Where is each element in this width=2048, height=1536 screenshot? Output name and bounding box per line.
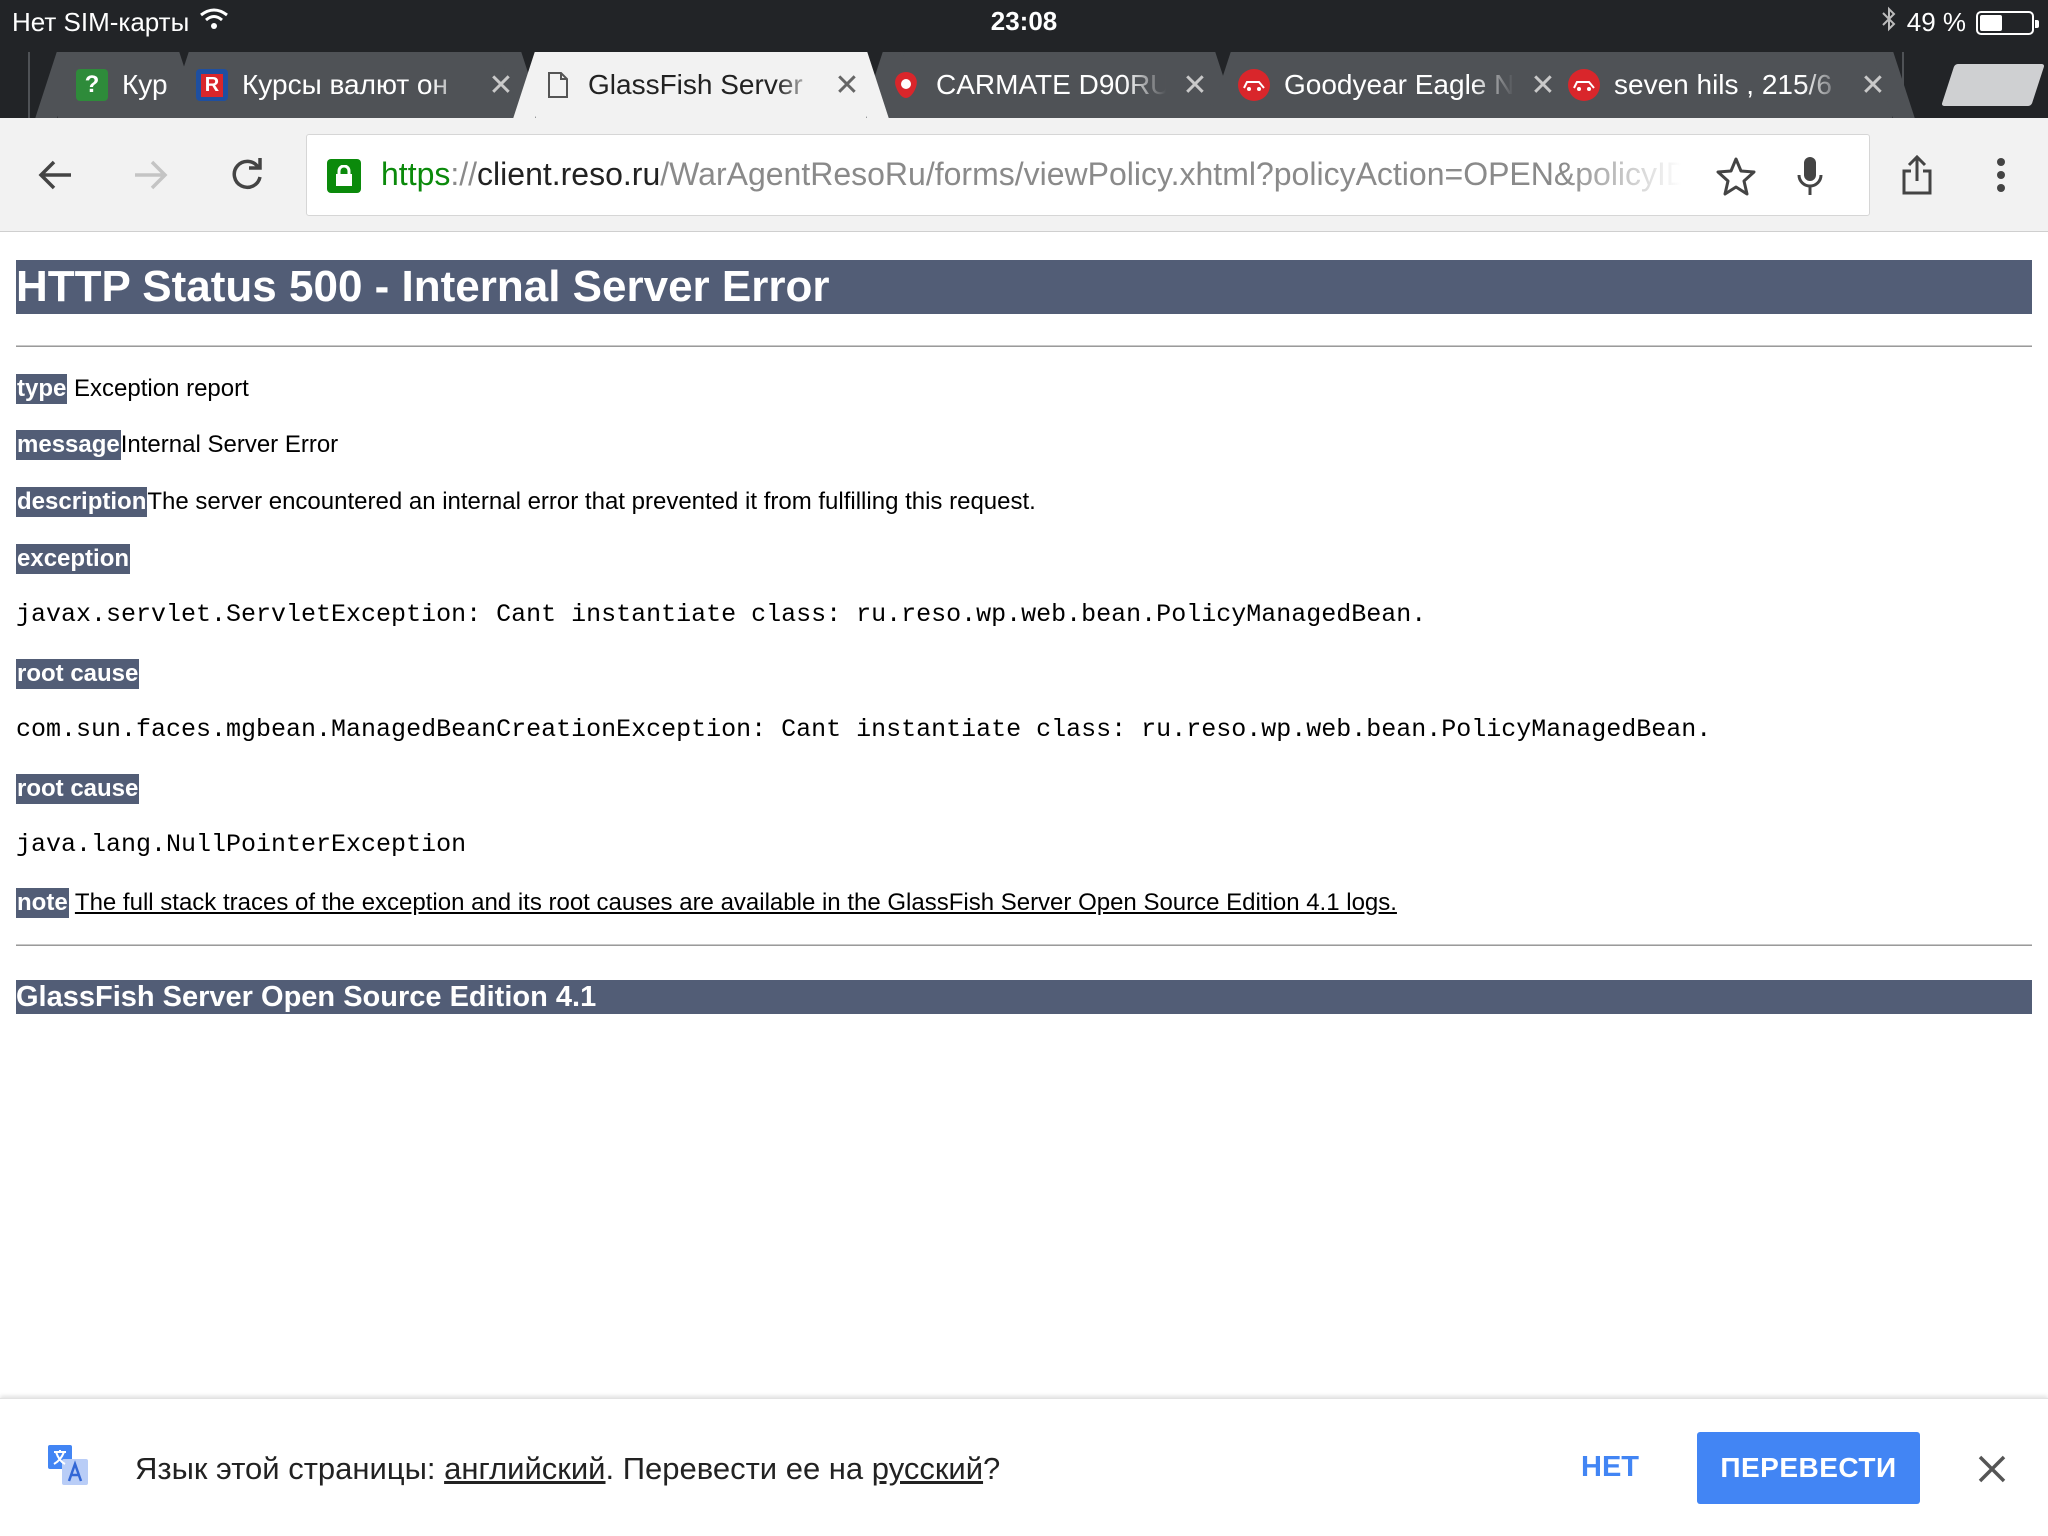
url-text[interactable]: https://client.reso.ru/WarAgentResoRu/fo… <box>381 156 1681 193</box>
reload-icon <box>232 158 262 190</box>
message-label: message <box>16 430 121 460</box>
share-icon <box>1902 155 1932 195</box>
note-value: The full stack traces of the exception a… <box>74 889 1397 916</box>
more-vert-icon <box>1997 158 2005 192</box>
description-row: descriptionThe server encountered an int… <box>16 487 1036 517</box>
translate-icon <box>46 1443 90 1487</box>
back-button[interactable] <box>28 148 82 202</box>
back-arrow-icon <box>38 160 71 190</box>
tab-stack-edge <box>1902 52 1942 118</box>
tab-title: Goodyear Eagle N <box>1284 69 1514 100</box>
battery-percent: 49 % <box>1906 7 1966 37</box>
tab-glassfish-server[interactable]: GlassFish Server ✕ <box>536 52 866 118</box>
exception-value: javax.servlet.ServletException: Cant ins… <box>16 600 1427 629</box>
exception-label: exception <box>16 544 131 574</box>
url-path: /WarAgentResoRu/forms/viewPolicy.xhtml?p… <box>660 156 1681 192</box>
red-car-favicon-icon <box>1238 69 1270 101</box>
divider <box>16 345 2032 347</box>
browser-toolbar: https://client.reso.ru/WarAgentResoRu/fo… <box>0 118 2048 232</box>
secure-lock-icon <box>327 159 361 193</box>
root-cause-label: root cause <box>16 659 140 689</box>
exception-row: exception <box>16 544 131 574</box>
tab-kursy-valyut[interactable]: R Курсы валют он ✕ <box>190 52 520 118</box>
rbc-favicon-icon: R <box>196 69 228 101</box>
clock: 23:08 <box>990 6 1058 36</box>
status-bar: Нет SIM-карты 23:08 49 % <box>0 0 2048 42</box>
page-title: HTTP Status 500 - Internal Server Error <box>16 260 2032 314</box>
bookmark-star-icon[interactable] <box>1711 151 1761 201</box>
description-label: description <box>16 487 148 517</box>
tab-title: CARMATE D90RU <box>936 69 1166 100</box>
battery-level <box>1980 14 2003 31</box>
error-page: HTTP Status 500 - Internal Server Error … <box>16 260 2032 1014</box>
translate-message: Язык этой страницы: английский. Перевест… <box>135 1451 1000 1487</box>
decline-translate-button[interactable]: НЕТ <box>1560 1451 1660 1484</box>
message-value: Internal Server Error <box>120 431 339 458</box>
address-bar[interactable]: https://client.reso.ru/WarAgentResoRu/fo… <box>306 134 1870 216</box>
note-label: note <box>16 888 69 918</box>
translate-suffix: ? <box>983 1451 1001 1486</box>
carmate-favicon-icon <box>890 69 922 101</box>
root-cause-row: root cause <box>16 659 140 689</box>
tab-carmate[interactable]: CARMATE D90RU ✕ <box>884 52 1214 118</box>
translate-infobar: Язык этой страницы: английский. Перевест… <box>0 1398 2048 1536</box>
type-value: Exception report <box>67 375 249 402</box>
forward-button[interactable] <box>124 148 178 202</box>
red-car-favicon-icon <box>1568 69 1600 101</box>
message-row: messageInternal Server Error <box>16 430 338 460</box>
tab-seven-hils[interactable]: seven hils , 215/6 ✕ <box>1562 52 1892 118</box>
root-cause-label: root cause <box>16 774 140 804</box>
type-label: type <box>16 374 68 404</box>
close-tab-icon[interactable]: ✕ <box>486 68 516 103</box>
target-language-link[interactable]: русский <box>872 1451 983 1486</box>
tab-kurs-1[interactable]: ? Кур <box>58 52 178 118</box>
tab-goodyear[interactable]: Goodyear Eagle N ✕ <box>1232 52 1562 118</box>
question-favicon-icon: ? <box>76 69 108 101</box>
menu-button[interactable] <box>1974 148 2028 202</box>
translate-middle: . Перевести ее на <box>605 1451 872 1486</box>
microphone-icon[interactable] <box>1785 151 1835 201</box>
description-value: The server encountered an internal error… <box>147 488 1036 515</box>
close-tab-icon[interactable]: ✕ <box>1528 68 1558 103</box>
tab-title: Курсы валют он <box>242 69 448 100</box>
tab-title: seven hils , 215/6 <box>1614 69 1832 100</box>
new-tab-button[interactable] <box>1941 64 2045 106</box>
reload-button[interactable] <box>220 148 274 202</box>
close-infobar-icon[interactable] <box>1972 1449 2012 1489</box>
close-tab-icon[interactable]: ✕ <box>1858 68 1888 103</box>
server-footer: GlassFish Server Open Source Edition 4.1 <box>16 980 2032 1014</box>
source-language-link[interactable]: английский <box>444 1451 605 1486</box>
root-cause-value: java.lang.NullPointerException <box>16 830 467 859</box>
tab-title: GlassFish Server <box>588 69 803 100</box>
close-tab-icon[interactable]: ✕ <box>1180 68 1210 103</box>
type-row: type Exception report <box>16 374 249 404</box>
divider <box>16 944 2032 946</box>
note-row: note The full stack traces of the except… <box>16 888 1397 918</box>
tab-title: Кур <box>122 69 168 100</box>
battery-icon <box>1976 10 2039 35</box>
share-button[interactable] <box>1890 148 1944 202</box>
url-host: client.reso.ru <box>477 156 661 192</box>
url-separator: :// <box>450 156 478 192</box>
root-cause-value: com.sun.faces.mgbean.ManagedBeanCreation… <box>16 715 1712 744</box>
bluetooth-icon <box>1881 6 1897 39</box>
document-icon <box>542 69 574 101</box>
tab-strip: ? Кур R Курсы валют он ✕ GlassFish Serve… <box>0 42 2048 118</box>
forward-arrow-icon <box>135 160 168 190</box>
translate-button[interactable]: ПЕРЕВЕСТИ <box>1697 1432 1920 1504</box>
translate-prefix: Язык этой страницы: <box>135 1451 445 1486</box>
root-cause-row: root cause <box>16 774 140 804</box>
url-scheme: https <box>381 156 451 192</box>
close-tab-icon[interactable]: ✕ <box>832 68 862 103</box>
